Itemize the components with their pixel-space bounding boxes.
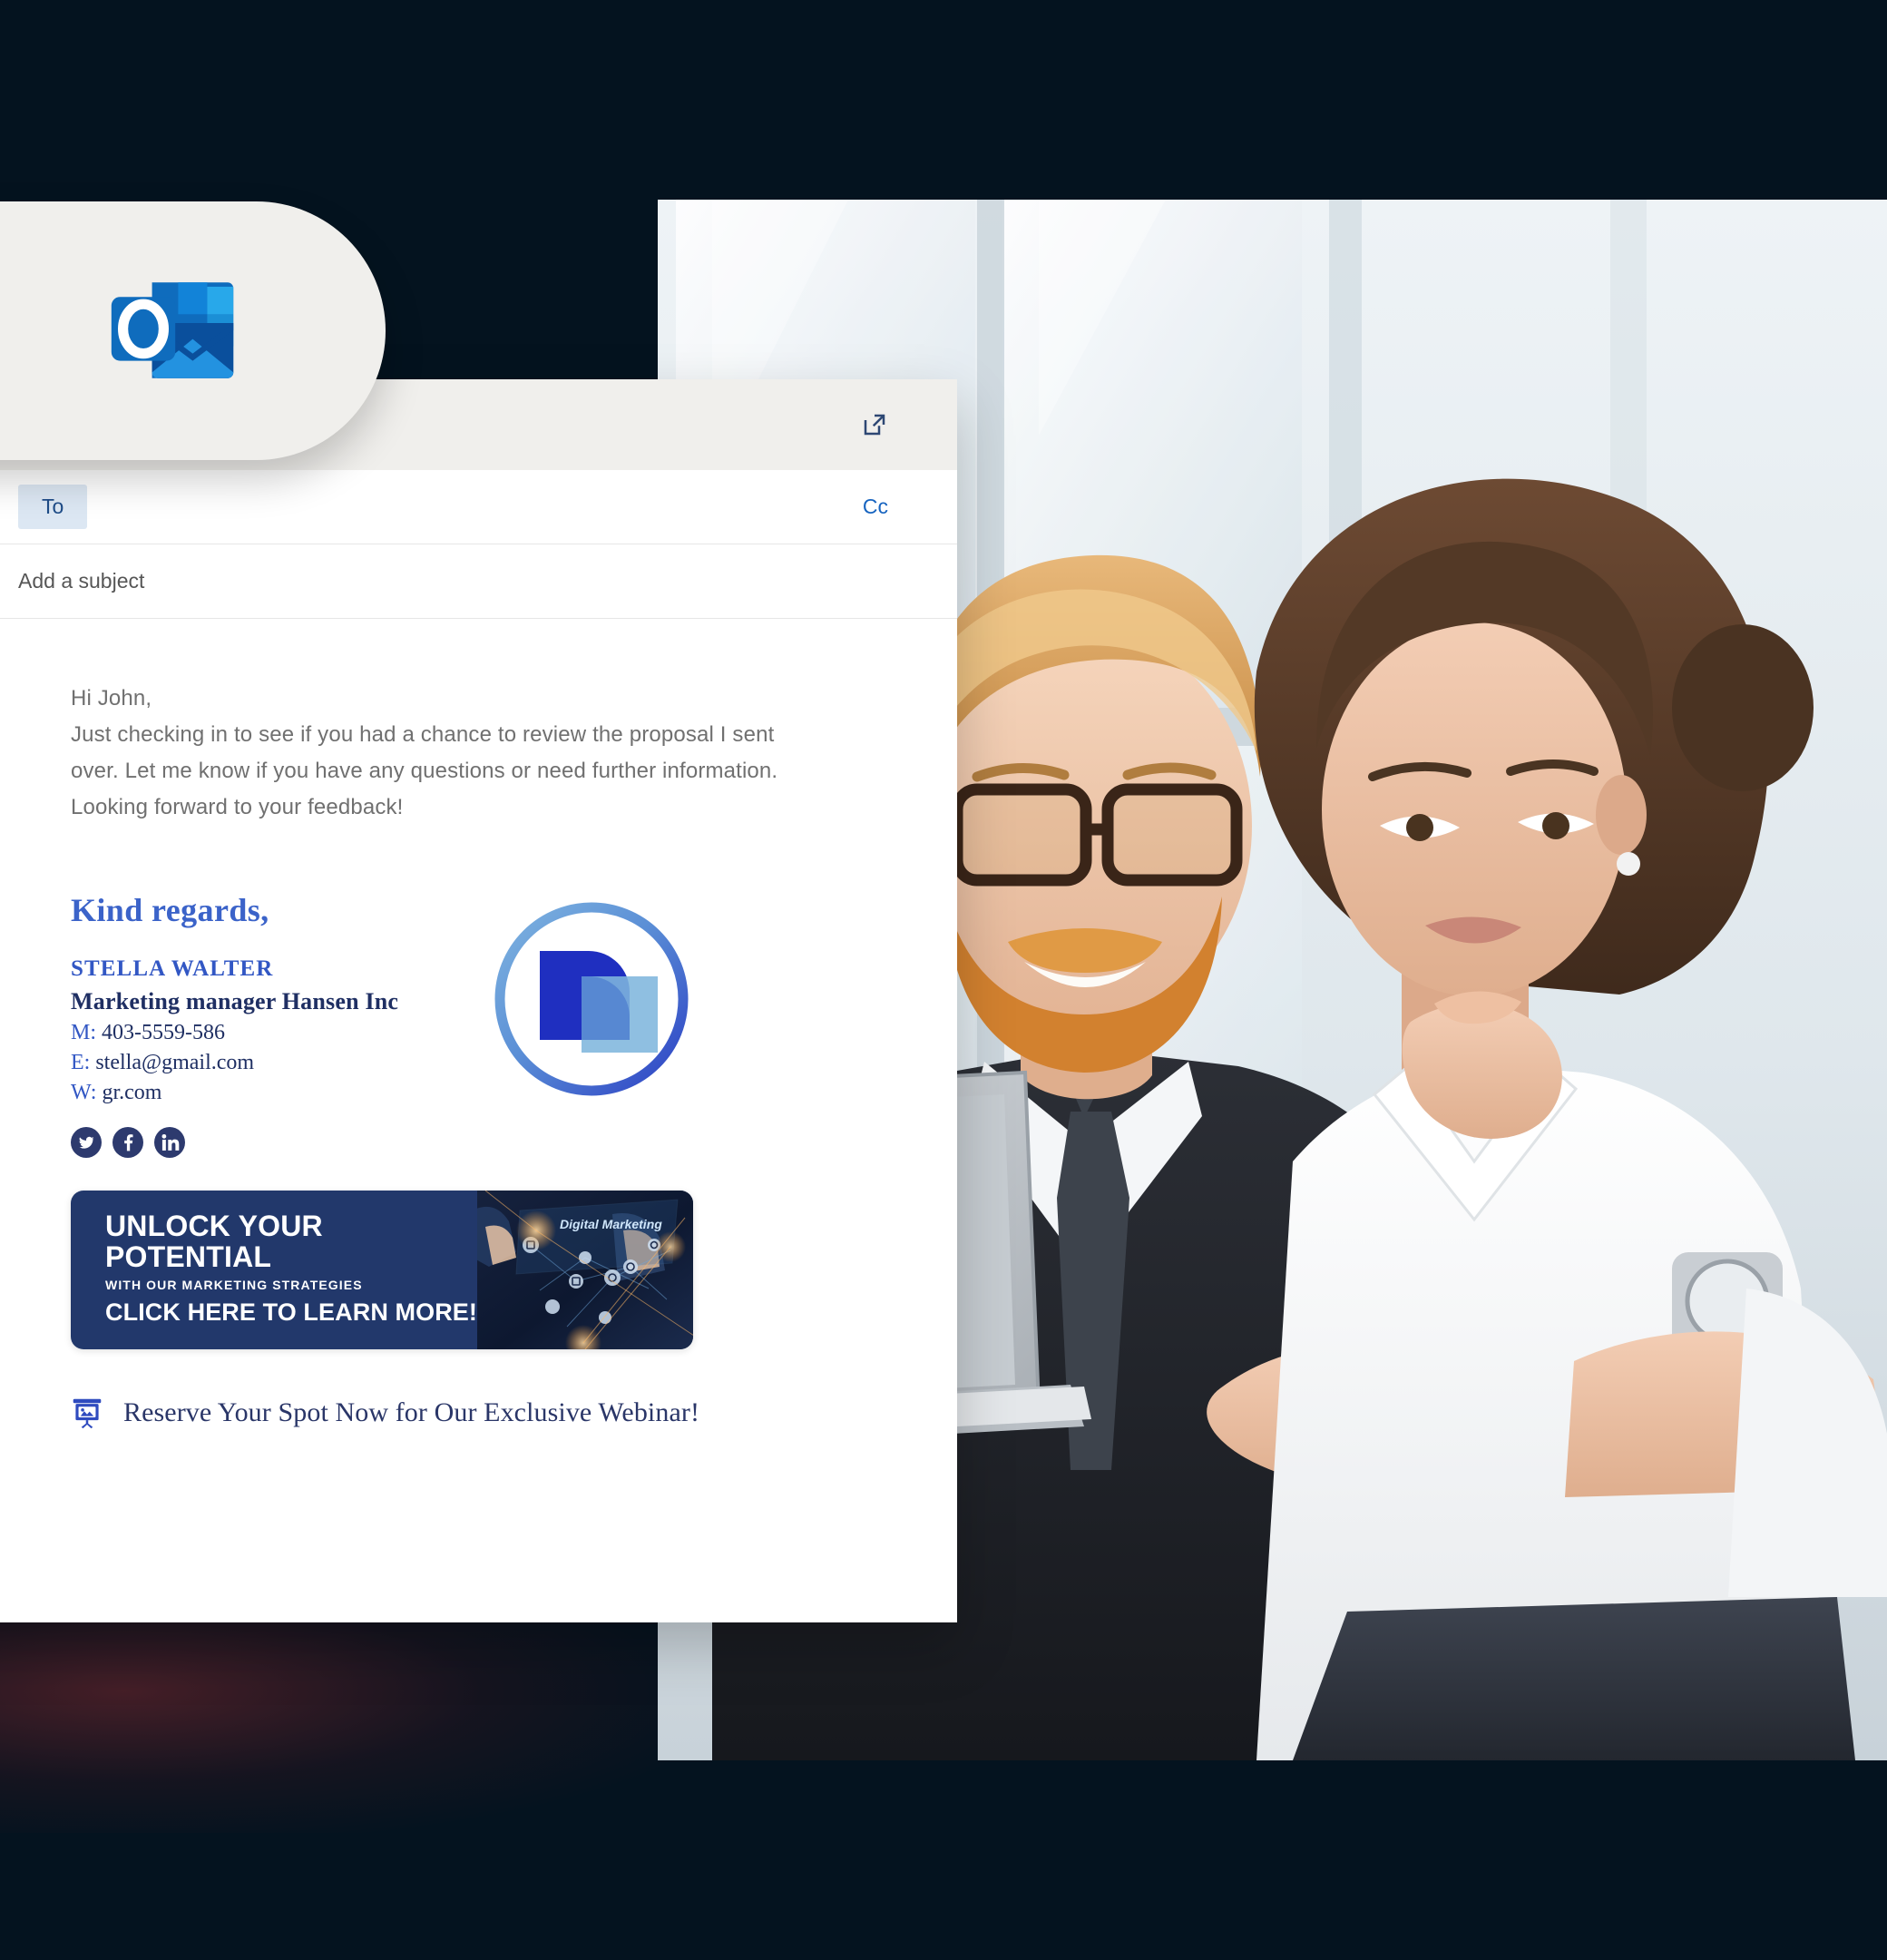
promo-image-caption: Digital Marketing	[560, 1217, 662, 1231]
subject-input[interactable]: Add a subject	[18, 569, 144, 593]
signature-closing: Kind regards,	[71, 892, 269, 928]
signature-website-label: W:	[71, 1081, 97, 1104]
email-signature: Kind regards, STELLA WALTER Marketing ma…	[71, 891, 885, 1429]
pop-out-icon[interactable]	[861, 411, 888, 438]
signature-email: E: stella@gmail.com	[71, 1051, 885, 1075]
promo-cta-text: CLICK HERE TO LEARN MORE!	[105, 1298, 478, 1326]
screenshot-stage: card ··· To Cc Add a subject Hi John, Ju…	[0, 0, 1887, 1960]
signature-title: Marketing manager Hansen Inc	[71, 988, 399, 1014]
promo-banner[interactable]: UNLOCK YOUR POTENTIAL WITH OUR MARKETING…	[71, 1191, 693, 1349]
background-tint	[0, 1597, 689, 1833]
body-line: over. Let me know if you have any questi…	[71, 759, 778, 783]
body-line: Looking forward to your feedback!	[71, 795, 404, 819]
webinar-cta[interactable]: Reserve Your Spot Now for Our Exclusive …	[71, 1396, 885, 1429]
signature-website-value[interactable]: gr.com	[102, 1081, 161, 1104]
signature-name: STELLA WALTER	[71, 956, 274, 981]
body-line: Hi John,	[71, 686, 152, 710]
signature-mobile: M: 403-5559-586	[71, 1021, 885, 1045]
signature-email-value[interactable]: stella@gmail.com	[95, 1051, 254, 1074]
outlook-logo-icon	[100, 258, 245, 403]
promo-banner-image: Digital Marketing	[477, 1191, 693, 1349]
facebook-icon[interactable]	[112, 1127, 143, 1158]
promo-headline-1: UNLOCK YOUR	[105, 1210, 323, 1242]
subject-field-row[interactable]: Add a subject	[0, 544, 957, 619]
email-body[interactable]: Hi John, Just checking in to see if you …	[0, 619, 957, 1622]
signature-mobile-value: 403-5559-586	[102, 1021, 225, 1044]
presentation-screen-icon	[71, 1396, 103, 1429]
to-label[interactable]: To	[18, 485, 88, 529]
to-field-row[interactable]: To Cc	[0, 470, 957, 544]
signature-mobile-label: M:	[71, 1021, 97, 1044]
outlook-logo-tab	[0, 201, 386, 460]
linkedin-icon[interactable]	[154, 1127, 185, 1158]
twitter-icon[interactable]	[71, 1127, 102, 1158]
cc-button[interactable]: Cc	[863, 495, 888, 519]
hansen-brand-logo	[487, 895, 696, 1103]
social-links	[71, 1127, 885, 1158]
signature-email-label: E:	[71, 1051, 91, 1074]
promo-banner-text: UNLOCK YOUR POTENTIAL WITH OUR MARKETING…	[71, 1191, 477, 1349]
webinar-cta-text: Reserve Your Spot Now for Our Exclusive …	[123, 1397, 700, 1427]
signature-website: W: gr.com	[71, 1081, 885, 1105]
email-compose-window: card ··· To Cc Add a subject Hi John, Ju…	[0, 379, 957, 1622]
promo-headline-2: POTENTIAL	[105, 1240, 272, 1273]
promo-subline: WITH OUR MARKETING STRATEGIES	[105, 1278, 363, 1292]
body-line: Just checking in to see if you had a cha…	[71, 722, 775, 747]
